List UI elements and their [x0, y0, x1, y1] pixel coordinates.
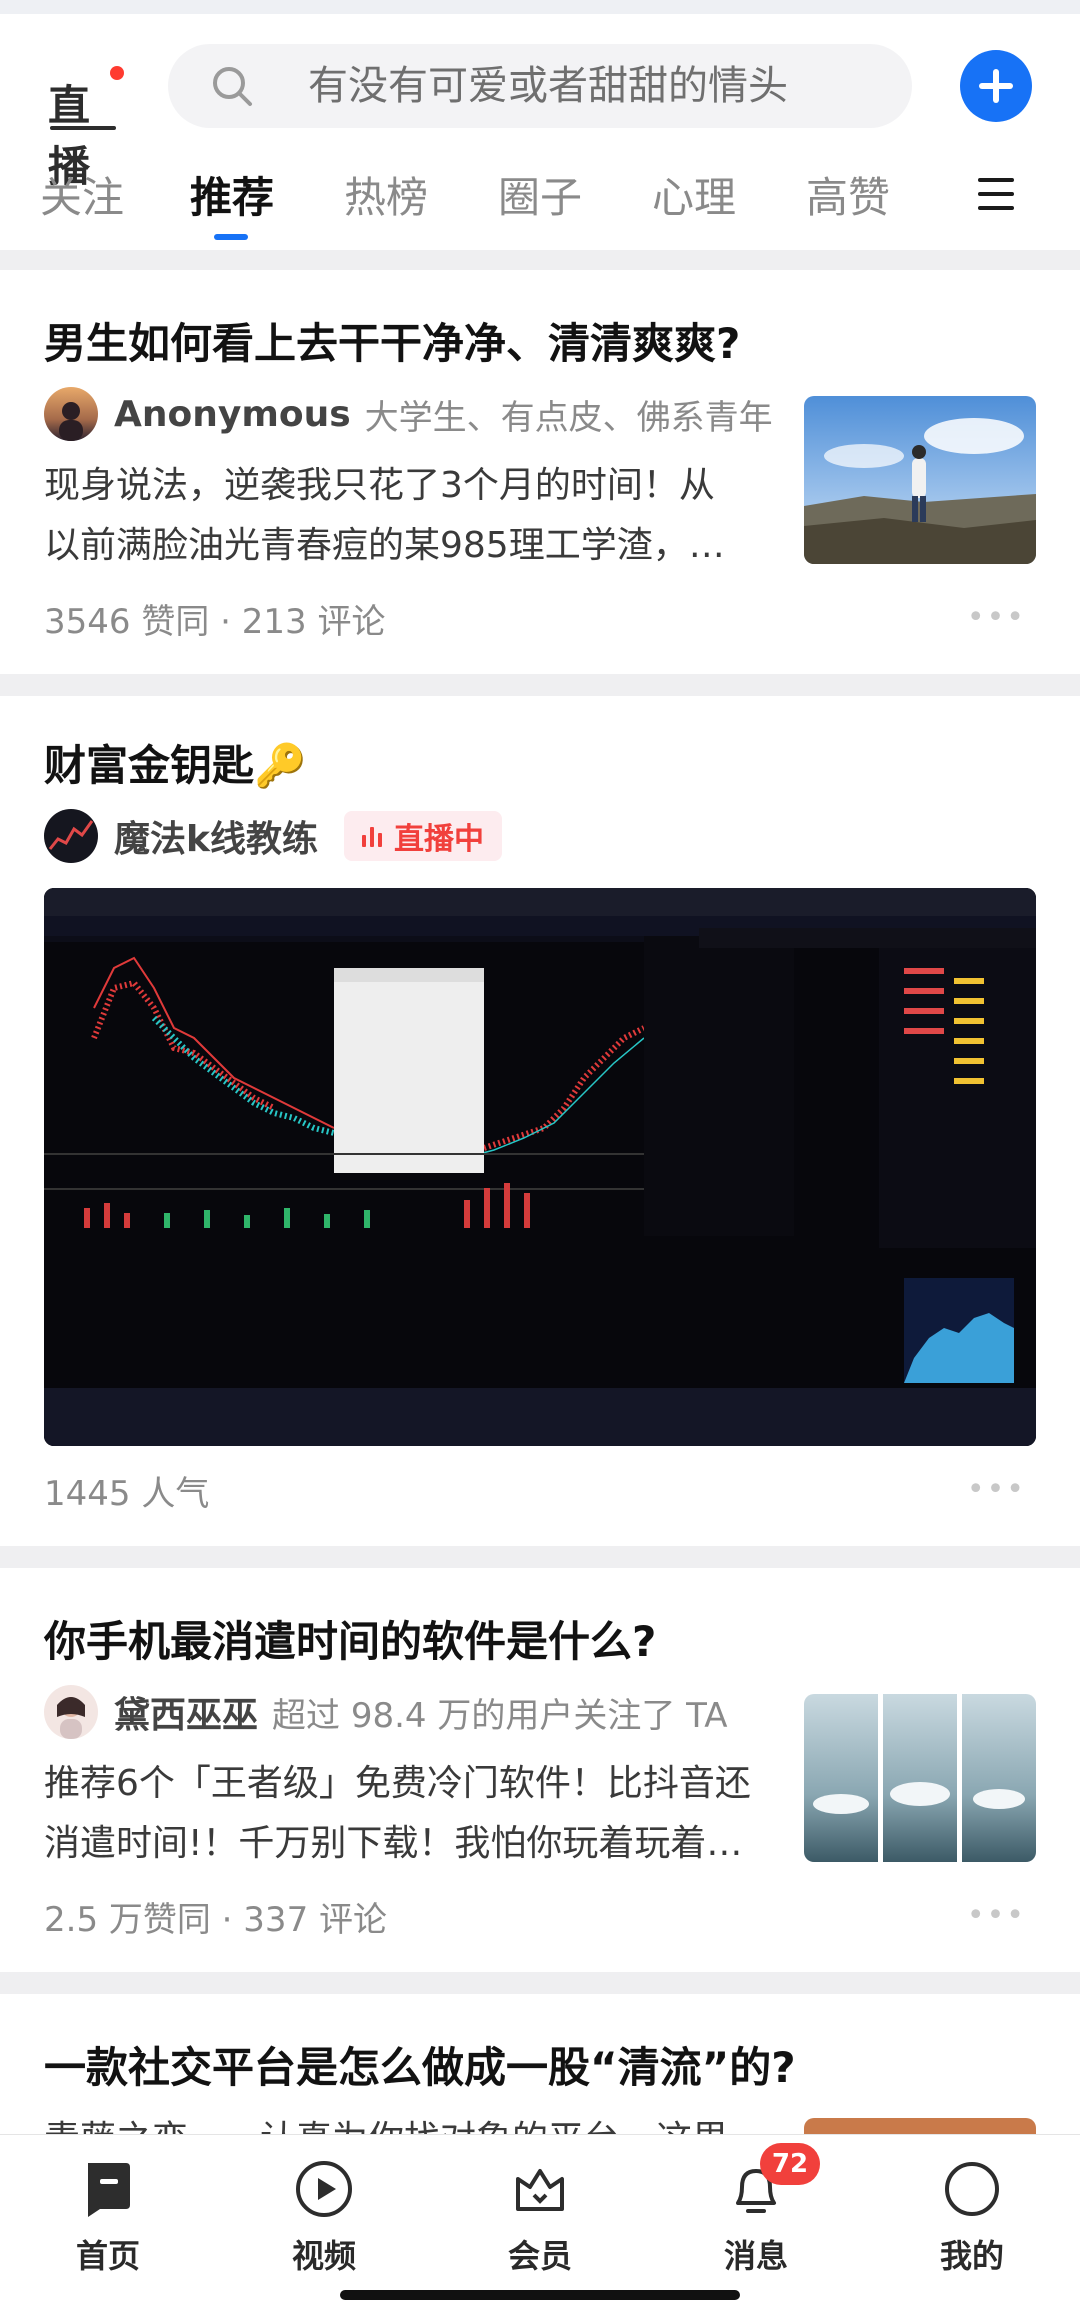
- excerpt-line: 以前满脸油光青春痘的某985理工学渣，…: [44, 525, 725, 566]
- live-status-label: 直播中: [393, 822, 484, 857]
- tab-psychology[interactable]: 心理: [652, 164, 736, 225]
- card-stats: 3546 赞同 · 213 评论: [44, 602, 386, 642]
- nav-label: 视频: [291, 2237, 356, 2275]
- live-status-badge[interactable]: 直播中: [343, 811, 502, 861]
- nav-video[interactable]: 视频: [254, 2157, 394, 2277]
- plus-icon: [979, 69, 1013, 103]
- more-options-icon[interactable]: •••: [967, 1472, 1026, 1507]
- card-title[interactable]: 财富金钥匙🔑: [44, 732, 306, 793]
- nav-label: 会员: [507, 2237, 572, 2275]
- tab-follow[interactable]: 关注: [40, 164, 124, 225]
- card-stats: 2.5 万赞同 · 337 评论: [44, 1900, 388, 1940]
- nav-home[interactable]: 首页: [38, 2157, 178, 2277]
- more-options-icon[interactable]: •••: [967, 1898, 1026, 1933]
- author-row: 黛西巫巫 超过 98.4 万的用户关注了 TA: [44, 1684, 728, 1740]
- tab-hot-list[interactable]: 热榜: [344, 164, 428, 225]
- live-stream-preview[interactable]: [44, 888, 1036, 1446]
- card-title[interactable]: 男生如何看上去干干净净、清清爽爽?: [44, 310, 740, 371]
- status-bar: [0, 0, 1080, 14]
- more-options-icon[interactable]: •••: [967, 600, 1026, 635]
- home-icon: [76, 2157, 140, 2221]
- feed-card-live[interactable]: 财富金钥匙🔑 魔法k线教练 直播中 1445 人气 •••: [0, 696, 1080, 1546]
- card-title[interactable]: 你手机最消遣时间的软件是什么?: [44, 1608, 656, 1669]
- top-header: 直播 有没有可爱或者甜甜的情头 关注 推荐 热榜 圈子 心理 高赞: [0, 14, 1080, 250]
- feed-card[interactable]: 男生如何看上去干干净净、清清爽爽? Anonymous 大学生、有点皮、佛系青年…: [0, 270, 1080, 674]
- nav-membership[interactable]: 会员: [470, 2157, 610, 2277]
- live-logo-underline: [50, 126, 116, 130]
- nav-messages[interactable]: 72 消息: [686, 2143, 826, 2277]
- nav-profile[interactable]: 我的: [902, 2157, 1042, 2277]
- card-excerpt[interactable]: 推荐6个「王者级」免费冷门软件！比抖音还 消遣时间!！千万别下载！我怕你玩着玩着…: [44, 1754, 764, 1874]
- search-bar[interactable]: 有没有可爱或者甜甜的情头: [168, 44, 912, 128]
- popularity-stat: 1445 人气: [44, 1474, 210, 1514]
- avatar[interactable]: [44, 1685, 98, 1739]
- home-indicator: [340, 2290, 740, 2300]
- card-thumbnail[interactable]: [804, 1694, 1036, 1862]
- stock-chart-screenshot: [44, 888, 1036, 1446]
- nav-label: 消息: [723, 2237, 788, 2275]
- unread-count-badge: 72: [760, 2143, 820, 2185]
- author-name[interactable]: 黛西巫巫: [114, 1686, 258, 1738]
- card-thumbnail[interactable]: [804, 396, 1036, 564]
- author-row: Anonymous 大学生、有点皮、佛系青年: [44, 386, 773, 442]
- channel-tabs: 关注 推荐 热榜 圈子 心理 高赞: [0, 164, 1080, 244]
- author-description: 大学生、有点皮、佛系青年: [364, 397, 773, 438]
- avatar[interactable]: [44, 809, 98, 863]
- nav-label: 我的: [939, 2237, 1004, 2275]
- excerpt-line: 消遣时间!！千万别下载！我怕你玩着玩着…: [44, 1823, 743, 1864]
- author-description: 超过 98.4 万的用户关注了 TA: [272, 1695, 728, 1736]
- excerpt-line: 现身说法，逆袭我只花了3个月的时间！从: [44, 465, 715, 506]
- excerpt-line: 推荐6个「王者级」免费冷门软件！比抖音还: [44, 1763, 751, 1804]
- search-icon: [213, 67, 252, 106]
- nav-label: 首页: [75, 2237, 140, 2275]
- author-row: 魔法k线教练 直播中: [44, 808, 502, 864]
- author-name[interactable]: 魔法k线教练: [114, 810, 318, 862]
- search-placeholder: 有没有可爱或者甜甜的情头: [308, 63, 788, 109]
- live-notification-dot: [110, 66, 124, 80]
- create-post-button[interactable]: [960, 50, 1032, 122]
- avatar[interactable]: [44, 387, 98, 441]
- live-button[interactable]: 直播: [48, 64, 124, 191]
- feed-card[interactable]: 你手机最消遣时间的软件是什么? 黛西巫巫 超过 98.4 万的用户关注了 TA …: [0, 1568, 1080, 1972]
- author-name[interactable]: Anonymous: [114, 394, 351, 435]
- bell-icon: 72: [724, 2143, 820, 2221]
- active-tab-indicator: [214, 234, 248, 240]
- live-bars-icon: [361, 825, 384, 847]
- card-excerpt[interactable]: 现身说法，逆袭我只花了3个月的时间！从 以前满脸油光青春痘的某985理工学渣，…: [44, 456, 764, 576]
- tabs-menu-icon[interactable]: [978, 178, 1014, 214]
- profile-icon: [940, 2157, 1004, 2221]
- tab-top-liked[interactable]: 高赞: [806, 164, 890, 225]
- card-title[interactable]: 一款社交平台是怎么做成一股“清流”的?: [44, 2034, 796, 2095]
- video-play-icon: [292, 2157, 356, 2221]
- tab-circles[interactable]: 圈子: [498, 164, 582, 225]
- tab-recommend[interactable]: 推荐: [190, 164, 274, 225]
- crown-icon: [508, 2157, 572, 2221]
